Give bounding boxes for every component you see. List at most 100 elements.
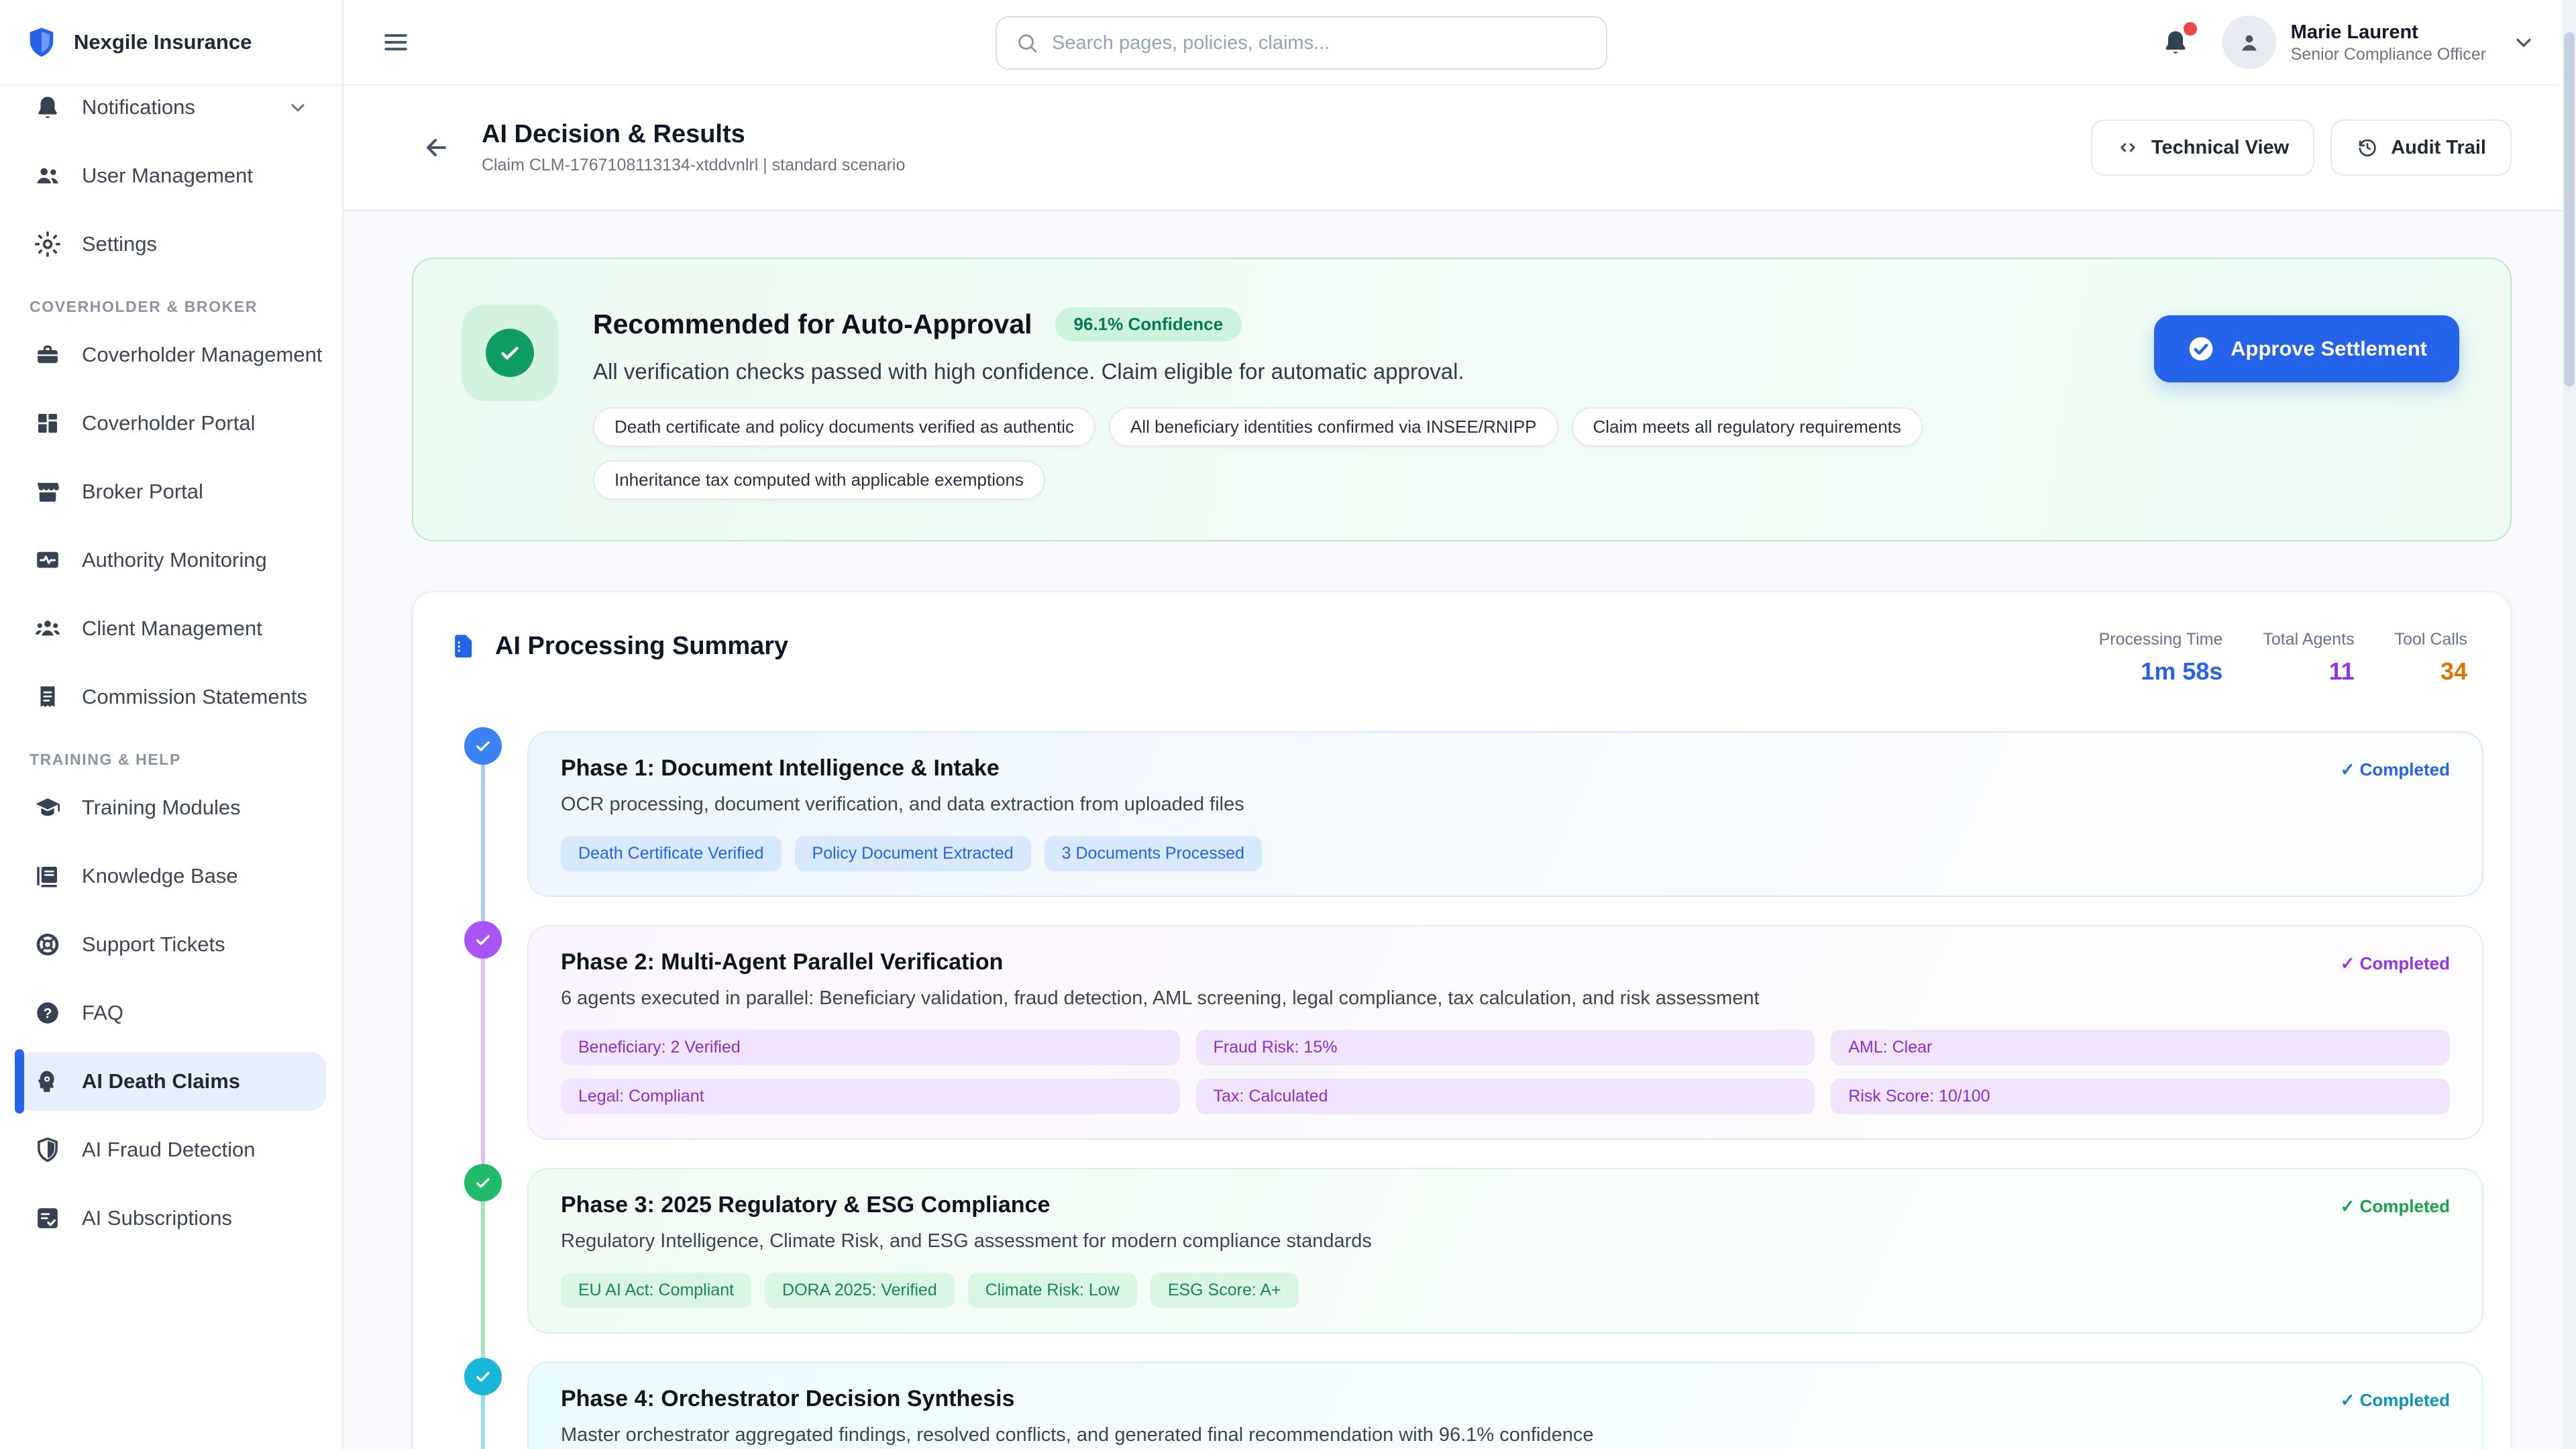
sidebar-item-ai-subscriptions[interactable]: AI Subscriptions	[16, 1189, 326, 1248]
sidebar-item-label: Support Tickets	[82, 932, 309, 957]
back-button[interactable]	[411, 122, 462, 173]
confidence-badge: 96.1% Confidence	[1055, 307, 1242, 341]
phase-complete-badge	[464, 727, 502, 765]
sidebar-item-authority-monitoring[interactable]: Authority Monitoring	[16, 531, 326, 590]
sidebar-item-notifications[interactable]: Notifications	[16, 78, 326, 137]
phase-row-2: Phase 2: Multi-Agent Parallel Verificati…	[449, 925, 2483, 1140]
topbar: Marie Laurent Senior Compliance Officer	[343, 0, 2576, 86]
sidebar-item-faq[interactable]: ?FAQ	[16, 983, 326, 1042]
stat-value: 1m 58s	[2099, 657, 2223, 686]
phase-card-header: Phase 2: Multi-Agent Parallel Verificati…	[561, 949, 2450, 975]
phase-card-header: Phase 1: Document Intelligence & Intake✓…	[561, 755, 2450, 782]
phase-title: Phase 3: 2025 Regulatory & ESG Complianc…	[561, 1192, 1050, 1218]
user-menu[interactable]: Marie Laurent Senior Compliance Officer	[2222, 15, 2536, 69]
scrollbar-track[interactable]	[2563, 0, 2576, 1449]
sidebar-item-label: Settings	[82, 232, 309, 256]
phase-row-1: Phase 1: Document Intelligence & Intake✓…	[449, 731, 2483, 897]
chevron-down-icon	[2512, 30, 2536, 54]
phase-description: Regulatory Intelligence, Climate Risk, a…	[561, 1230, 2450, 1252]
phase-card-3: Phase 3: 2025 Regulatory & ESG Complianc…	[527, 1168, 2483, 1334]
sidebar-item-label: Notifications	[82, 95, 267, 119]
user-role: Senior Compliance Officer	[2291, 45, 2486, 64]
sidebar-item-ai-fraud-detection[interactable]: AI Fraud Detection	[16, 1120, 326, 1179]
users-icon	[34, 162, 62, 190]
sidebar-item-label: AI Subscriptions	[82, 1206, 309, 1230]
page-header: AI Decision & Results Claim CLM-17671081…	[343, 86, 2576, 211]
history-icon	[2356, 136, 2379, 159]
notifications-bell-icon[interactable]	[2161, 28, 2190, 57]
phase-list: Phase 1: Document Intelligence & Intake✓…	[449, 731, 2483, 1449]
phase-title: Phase 4: Orchestrator Decision Synthesis	[561, 1386, 1014, 1412]
timeline-connector	[481, 1187, 485, 1381]
recommendation-title: Recommended for Auto-Approval	[593, 309, 1032, 340]
audit-trail-button[interactable]: Audit Trail	[2330, 119, 2512, 176]
phase-card-4: Phase 4: Orchestrator Decision Synthesis…	[527, 1362, 2483, 1449]
store-icon	[34, 478, 62, 506]
arrow-left-icon	[421, 133, 451, 162]
processing-summary-card: AI Processing Summary Processing Time 1m …	[412, 591, 2512, 1449]
phase-tag: Legal: Compliant	[561, 1079, 1180, 1114]
gear-icon	[34, 230, 62, 258]
sidebar-item-knowledge-base[interactable]: Knowledge Base	[16, 847, 326, 906]
approve-settlement-label: Approve Settlement	[2231, 337, 2427, 361]
sidebar-header: Nexgile Insurance	[0, 0, 342, 86]
sidebar-item-client-management[interactable]: Client Management	[16, 599, 326, 658]
receipt-icon	[34, 683, 62, 711]
phase-tag: EU AI Act: Compliant	[561, 1273, 751, 1308]
page-subtitle: Claim CLM-1767108113134-xtddvnlrl | stan…	[482, 156, 905, 175]
phase-row-3: Phase 3: 2025 Regulatory & ESG Complianc…	[449, 1168, 2483, 1334]
sidebar-item-label: Broker Portal	[82, 480, 309, 504]
topbar-right: Marie Laurent Senior Compliance Officer	[2161, 15, 2536, 69]
sidebar-item-label: User Management	[82, 164, 309, 188]
sidebar-item-coverholder-portal[interactable]: Coverholder Portal	[16, 394, 326, 453]
check-icon	[474, 737, 492, 755]
phase-tag: Risk Score: 10/100	[1831, 1079, 2450, 1114]
sidebar-item-label: Coverholder Management	[82, 343, 322, 367]
summary-title: AI Processing Summary	[495, 632, 788, 661]
phase-card-header: Phase 3: 2025 Regulatory & ESG Complianc…	[561, 1192, 2450, 1218]
sidebar-item-settings[interactable]: Settings	[16, 215, 326, 274]
summary-stat-processing-time: Processing Time 1m 58s	[2099, 630, 2223, 686]
search-input[interactable]	[1052, 32, 1587, 54]
sidebar-item-label: Knowledge Base	[82, 864, 309, 888]
phase-description: 6 agents executed in parallel: Beneficia…	[561, 987, 2450, 1010]
sidebar-item-training-modules[interactable]: Training Modules	[16, 778, 326, 837]
search-icon	[1016, 32, 1038, 54]
phase-tag: Climate Risk: Low	[968, 1273, 1137, 1308]
bell-icon	[34, 93, 62, 121]
brand-name: Nexgile Insurance	[74, 30, 252, 54]
graduation-icon	[34, 794, 62, 822]
verification-chip-list: Death certificate and policy documents v…	[593, 407, 2015, 500]
phase-description: Master orchestrator aggregated findings,…	[561, 1424, 2450, 1446]
sidebar-section-training-help: TRAINING & HELP	[30, 751, 313, 769]
sidebar-item-ai-death-claims[interactable]: AI Death Claims	[16, 1052, 326, 1111]
shield-logo-icon	[24, 25, 59, 60]
stat-value: 11	[2263, 657, 2354, 686]
phase-title: Phase 2: Multi-Agent Parallel Verificati…	[561, 949, 1003, 975]
scrollbar-thumb[interactable]	[2564, 32, 2575, 386]
technical-view-button[interactable]: Technical View	[2091, 119, 2314, 176]
sidebar-item-broker-portal[interactable]: Broker Portal	[16, 462, 326, 521]
code-icon	[2116, 136, 2139, 159]
approve-settlement-button[interactable]: Approve Settlement	[2154, 315, 2459, 382]
sidebar-item-label: Client Management	[82, 616, 309, 641]
page-title: AI Decision & Results	[482, 120, 905, 149]
sidebar-item-coverholder-management[interactable]: Coverholder Management	[16, 325, 326, 384]
stat-label: Total Agents	[2263, 630, 2354, 649]
sidebar-item-support-tickets[interactable]: Support Tickets	[16, 915, 326, 974]
verification-chip: Inheritance tax computed with applicable…	[593, 460, 1045, 500]
global-search	[996, 16, 1607, 70]
phase-complete-badge	[464, 921, 502, 959]
book-icon	[34, 862, 62, 890]
sidebar-section-coverholder-broker: COVERHOLDER & BROKER	[30, 298, 313, 316]
recommendation-banner: Recommended for Auto-Approval 96.1% Conf…	[412, 258, 2512, 541]
technical-view-label: Technical View	[2151, 137, 2289, 159]
ai-head-icon	[34, 1067, 62, 1095]
menu-icon[interactable]	[381, 28, 411, 57]
stat-label: Processing Time	[2099, 630, 2223, 649]
sidebar-item-commission-statements[interactable]: Commission Statements	[16, 667, 326, 727]
sidebar-item-label: Commission Statements	[82, 685, 309, 709]
check-icon	[474, 930, 492, 949]
summary-stat-total-agents: Total Agents 11	[2263, 630, 2354, 686]
sidebar-item-user-management[interactable]: User Management	[16, 146, 326, 205]
